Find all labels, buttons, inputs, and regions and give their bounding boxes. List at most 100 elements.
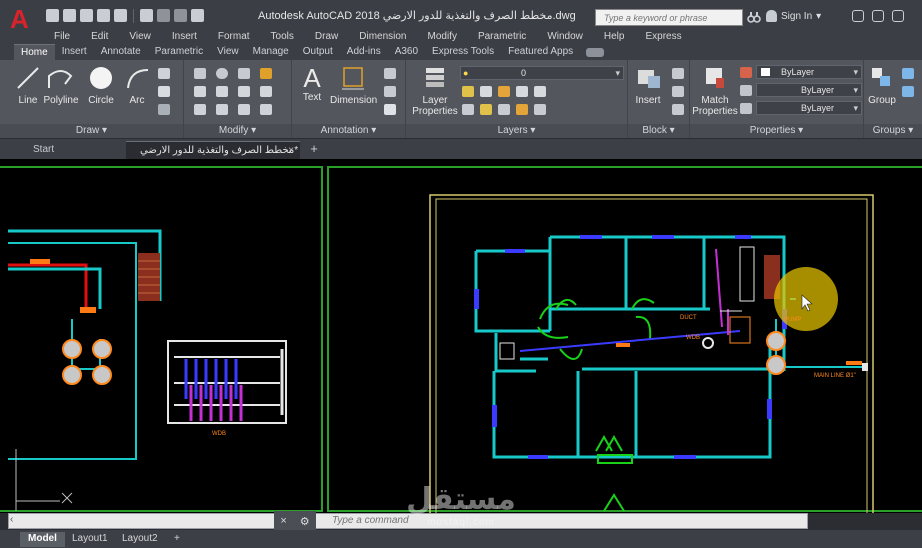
menu-parametric[interactable]: Parametric <box>478 30 526 44</box>
tab-annotate[interactable]: Annotate <box>94 44 148 60</box>
create-block-icon[interactable] <box>672 68 684 79</box>
layer-off-icon[interactable] <box>462 86 474 97</box>
fillet-icon[interactable] <box>238 86 250 97</box>
arc-tool[interactable]: Arc <box>122 64 152 106</box>
rotate-icon[interactable] <box>216 68 228 79</box>
menu-file[interactable]: File <box>54 30 70 44</box>
a360-icon[interactable] <box>872 10 884 22</box>
edit-block-icon[interactable] <box>672 86 684 97</box>
tab-view[interactable]: View <box>210 44 246 60</box>
insert-block-tool[interactable]: Insert <box>630 64 666 106</box>
hatch-icon[interactable] <box>158 86 170 97</box>
tab-add-ins[interactable]: Add-ins <box>340 44 388 60</box>
menu-draw[interactable]: Draw <box>315 30 338 44</box>
close-icon[interactable]: × <box>288 142 294 159</box>
new-tab-button[interactable]: + <box>305 141 323 159</box>
text-tool[interactable]: A Text <box>298 64 326 103</box>
markup-icon[interactable] <box>384 104 396 115</box>
annotation-panel-title[interactable]: Annotation ▾ <box>292 124 405 138</box>
tab-express-tools[interactable]: Express Tools <box>425 44 501 60</box>
color-dropdown[interactable]: ByLayer <box>756 65 862 79</box>
undo-icon[interactable] <box>140 9 153 22</box>
new-file-icon[interactable] <box>46 9 59 22</box>
add-layout-button[interactable]: + <box>166 532 188 547</box>
menu-dimension[interactable]: Dimension <box>359 30 406 44</box>
group-tool[interactable]: Group <box>866 64 898 106</box>
ungroup-icon[interactable] <box>902 68 914 79</box>
block-panel-title[interactable]: Block ▾ <box>628 124 689 138</box>
menu-view[interactable]: View <box>129 30 151 44</box>
tab-featured-apps[interactable]: Featured Apps <box>501 44 580 60</box>
scale-icon[interactable] <box>216 104 228 115</box>
close-command-icon[interactable]: × <box>280 515 286 527</box>
tab-output[interactable]: Output <box>296 44 340 60</box>
menu-insert[interactable]: Insert <box>172 30 197 44</box>
tab-drawing-document[interactable]: مخطط الصرف والتغذية للدور الارضي* × <box>126 141 300 159</box>
command-history-icon[interactable]: ‹ <box>10 514 13 525</box>
properties-panel-title[interactable]: Properties ▾ <box>690 124 863 138</box>
help-search-input[interactable] <box>596 10 742 25</box>
table-icon[interactable] <box>384 86 396 97</box>
layers-panel-title[interactable]: Layers ▾ <box>406 124 627 138</box>
move-icon[interactable] <box>194 68 206 79</box>
cart-icon[interactable] <box>852 10 864 22</box>
menu-express[interactable]: Express <box>645 30 681 44</box>
menu-modify[interactable]: Modify <box>428 30 457 44</box>
line-tool[interactable]: Line <box>14 64 42 106</box>
tab-home[interactable]: Home <box>14 44 55 60</box>
tab-parametric[interactable]: Parametric <box>148 44 210 60</box>
layer-lock-icon[interactable] <box>516 86 528 97</box>
tab-insert[interactable]: Insert <box>55 44 94 60</box>
boundary-icon[interactable] <box>158 104 170 115</box>
share-icon[interactable] <box>174 9 187 22</box>
lineweight-dropdown[interactable]: ByLayer <box>756 83 862 97</box>
layer-isolate-icon[interactable] <box>480 86 492 97</box>
tab-layout1[interactable]: Layout1 <box>64 532 116 547</box>
print-icon[interactable] <box>114 9 127 22</box>
layer-unlock-icon[interactable] <box>516 104 528 115</box>
groups-panel-title[interactable]: Groups ▾ <box>864 124 922 138</box>
help-icon[interactable] <box>892 10 904 22</box>
tab-start[interactable]: Start <box>8 141 122 159</box>
redo-icon[interactable] <box>157 9 170 22</box>
menu-window[interactable]: Window <box>547 30 583 44</box>
edit-attributes-icon[interactable] <box>672 104 684 115</box>
modify-panel-title[interactable]: Modify ▾ <box>184 124 291 138</box>
layer-thaw-icon[interactable] <box>498 104 510 115</box>
tab-manage[interactable]: Manage <box>246 44 296 60</box>
wrench-icon[interactable]: ⚙ <box>300 515 310 528</box>
draw-panel-title[interactable]: Draw ▾ <box>0 124 183 138</box>
group-edit-icon[interactable] <box>902 86 914 97</box>
drawing-canvas[interactable]: WDB DUCT WDB PUMP MAIN LINE Ø1" <box>0 159 922 513</box>
circle-tool[interactable]: Circle <box>86 64 116 106</box>
rectangle-icon[interactable] <box>158 68 170 79</box>
polyline-tool[interactable]: Polyline <box>43 64 79 106</box>
menu-edit[interactable]: Edit <box>91 30 108 44</box>
save-icon[interactable] <box>80 9 93 22</box>
sign-in-button[interactable]: Sign In ▾ <box>766 10 821 22</box>
layer-match-icon[interactable] <box>534 86 546 97</box>
offset-icon[interactable] <box>260 104 272 115</box>
stretch-icon[interactable] <box>194 104 206 115</box>
layer-on-icon[interactable] <box>480 104 492 115</box>
copy-icon[interactable] <box>194 86 206 97</box>
save-as-icon[interactable] <box>97 9 110 22</box>
erase-icon[interactable] <box>260 68 272 79</box>
layer-properties-tool[interactable]: Layer Properties <box>410 64 460 117</box>
open-file-icon[interactable] <box>63 9 76 22</box>
layer-dropdown[interactable]: ● 0 <box>460 66 624 80</box>
layer-freeze-icon[interactable] <box>498 86 510 97</box>
menu-format[interactable]: Format <box>218 30 250 44</box>
trim-icon[interactable] <box>238 68 250 79</box>
layer-previous-icon[interactable] <box>534 104 546 115</box>
dimension-tool[interactable]: Dimension <box>330 64 377 106</box>
linetype-dropdown[interactable]: ByLayer <box>756 101 862 115</box>
tab-model[interactable]: Model <box>20 532 65 547</box>
binoculars-icon[interactable] <box>747 10 761 24</box>
ribbon-minimize-toggle[interactable] <box>586 48 605 57</box>
menu-tools[interactable]: Tools <box>271 30 294 44</box>
tab-a360[interactable]: A360 <box>388 44 425 60</box>
tab-layout2[interactable]: Layout2 <box>114 532 166 547</box>
layer-unisolate-icon[interactable] <box>462 104 474 115</box>
mirror-icon[interactable] <box>216 86 228 97</box>
